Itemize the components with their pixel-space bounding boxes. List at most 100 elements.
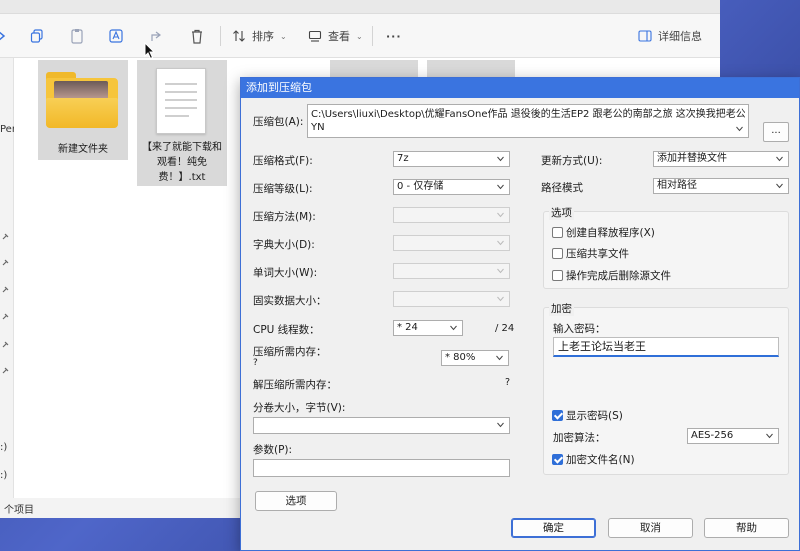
folder-icon [46, 72, 118, 128]
password-label: 输入密码： [553, 323, 606, 335]
compress-shared-label: 压缩共享文件 [566, 248, 629, 260]
browse-button[interactable]: ... [763, 122, 789, 142]
pin-icon [2, 367, 9, 374]
memory-unknown: ? [253, 358, 258, 368]
format-label: 压缩格式(F): [253, 155, 313, 167]
parameters-input[interactable] [253, 459, 510, 477]
method-select[interactable] [393, 207, 510, 223]
dialog-title: 添加到压缩包 [241, 78, 799, 98]
explorer-toolbar: 排序 ⌄ 查看 ⌄ ··· 详细信息 [0, 14, 720, 58]
delete-after-checkbox[interactable]: 操作完成后删除源文件 [552, 268, 671, 283]
memory-label: 压缩所需内存： [253, 346, 327, 358]
paste-icon[interactable] [70, 24, 84, 48]
sort-icon [233, 30, 245, 42]
cpu-threads-value: * 24 [397, 322, 418, 333]
level-value: 0 - 仅存储 [397, 181, 444, 192]
encrypt-filenames-label: 加密文件名(N) [566, 454, 635, 466]
mouse-cursor-icon [144, 42, 156, 60]
view-button[interactable]: 查看 ⌄ [308, 24, 363, 48]
dictionary-select[interactable] [393, 235, 510, 251]
more-options-button[interactable]: ··· [386, 24, 402, 48]
decompress-memory-unknown: ? [505, 377, 511, 388]
level-select[interactable]: 0 - 仅存储 [393, 179, 510, 195]
encryption-method-label: 加密算法： [553, 432, 606, 444]
method-label: 压缩方法(M): [253, 211, 316, 223]
volume-size-combo[interactable] [253, 417, 510, 434]
update-mode-label: 更新方式(U): [541, 155, 603, 167]
file-name: 新建文件夹 [58, 144, 108, 155]
show-password-label: 显示密码(S) [566, 410, 623, 422]
parameters-label: 参数(P): [253, 444, 293, 456]
archive-path-text: C:\Users\liuxi\Desktop\优耀FansOne作品 退役後的生… [311, 109, 745, 120]
checkbox-box [552, 227, 563, 238]
encryption-method-select[interactable]: AES-256 [687, 428, 779, 444]
format-select[interactable]: 7z [393, 151, 510, 167]
create-sfx-checkbox[interactable]: 创建自释放程序(X) [552, 225, 655, 240]
word-size-select[interactable] [393, 263, 510, 279]
archive-label: 压缩包(A): [253, 116, 304, 128]
word-size-label: 单词大小(W): [253, 267, 318, 279]
compress-shared-checkbox[interactable]: 压缩共享文件 [552, 246, 629, 261]
chevron-down-icon [497, 268, 504, 274]
toolbar-divider [372, 26, 373, 46]
details-label: 详细信息 [658, 30, 702, 43]
show-password-checkbox[interactable]: 显示密码(S) [552, 408, 623, 423]
help-button[interactable]: 帮助 [704, 518, 789, 538]
chevron-down-icon: ⌄ [356, 31, 363, 41]
options-button[interactable]: 选项 [255, 491, 337, 511]
details-pane-button[interactable]: 详细信息 [638, 24, 702, 48]
cpu-threads-total: / 24 [495, 323, 515, 334]
checkbox-box [552, 270, 563, 281]
chevron-down-icon [497, 156, 504, 162]
sort-label: 排序 [252, 30, 274, 43]
options-group-title: 选项 [549, 205, 574, 220]
delete-icon[interactable] [190, 24, 204, 48]
cpu-threads-select[interactable]: * 24 [393, 320, 463, 336]
nav-fragment: :) [0, 470, 8, 481]
encryption-method-value: AES-256 [691, 430, 734, 441]
archive-path-combo[interactable]: C:\Users\liuxi\Desktop\优耀FansOne作品 退役後的生… [307, 104, 749, 138]
details-pane-icon [638, 30, 652, 42]
chevron-down-icon [497, 422, 504, 428]
cpu-threads-label: CPU 线程数： [253, 324, 320, 336]
memory-usage-select[interactable]: * 80% [441, 350, 509, 366]
pin-icon [2, 313, 9, 320]
path-mode-label: 路径模式 [541, 182, 583, 194]
cancel-button[interactable]: 取消 [608, 518, 693, 538]
navigation-pane: Per :) :) [0, 58, 16, 498]
format-value: 7z [397, 153, 409, 164]
text-document-icon [156, 68, 206, 134]
chevron-down-icon [496, 355, 503, 361]
view-icon [308, 30, 322, 42]
password-input[interactable]: 上老王论坛当老王 [553, 337, 779, 357]
chevron-down-icon [497, 240, 504, 246]
encrypt-filenames-checkbox[interactable]: 加密文件名(N) [552, 452, 635, 467]
solid-size-select[interactable] [393, 291, 510, 307]
chevron-down-icon [450, 325, 457, 331]
volume-size-label: 分卷大小，字节(V): [253, 402, 346, 414]
dictionary-label: 字典大小(D): [253, 239, 315, 251]
sort-button[interactable]: 排序 ⌄ [232, 24, 287, 48]
new-icon[interactable] [0, 24, 6, 48]
memory-usage-value: * 80% [445, 352, 476, 363]
update-mode-select[interactable]: 添加并替换文件 [653, 151, 789, 167]
text-file-item[interactable]: 【来了就能下载和观看！纯免费！】.txt [137, 60, 227, 186]
nav-fragment: :) [0, 442, 8, 453]
folder-item[interactable]: 新建文件夹 [38, 60, 128, 160]
checkbox-checked [552, 410, 563, 421]
chevron-down-icon [497, 212, 504, 218]
decompress-memory-label: 解压缩所需内存： [253, 379, 337, 391]
path-mode-select[interactable]: 相对路径 [653, 178, 789, 194]
copy-icon[interactable] [30, 24, 44, 48]
chevron-down-icon [736, 126, 743, 132]
chevron-down-icon [497, 184, 504, 190]
file-name: 【来了就能下载和观看！纯免费！】.txt [142, 142, 222, 183]
toolbar-divider [220, 26, 221, 46]
checkbox-box [552, 248, 563, 259]
ok-button[interactable]: 确定 [511, 518, 596, 538]
rename-icon[interactable] [109, 24, 125, 48]
solid-size-label: 固实数据大小： [253, 295, 327, 307]
chevron-down-icon: ⌄ [280, 31, 287, 41]
archive-path-text-cont: YN [311, 122, 325, 133]
create-sfx-label: 创建自释放程序(X) [566, 227, 655, 239]
